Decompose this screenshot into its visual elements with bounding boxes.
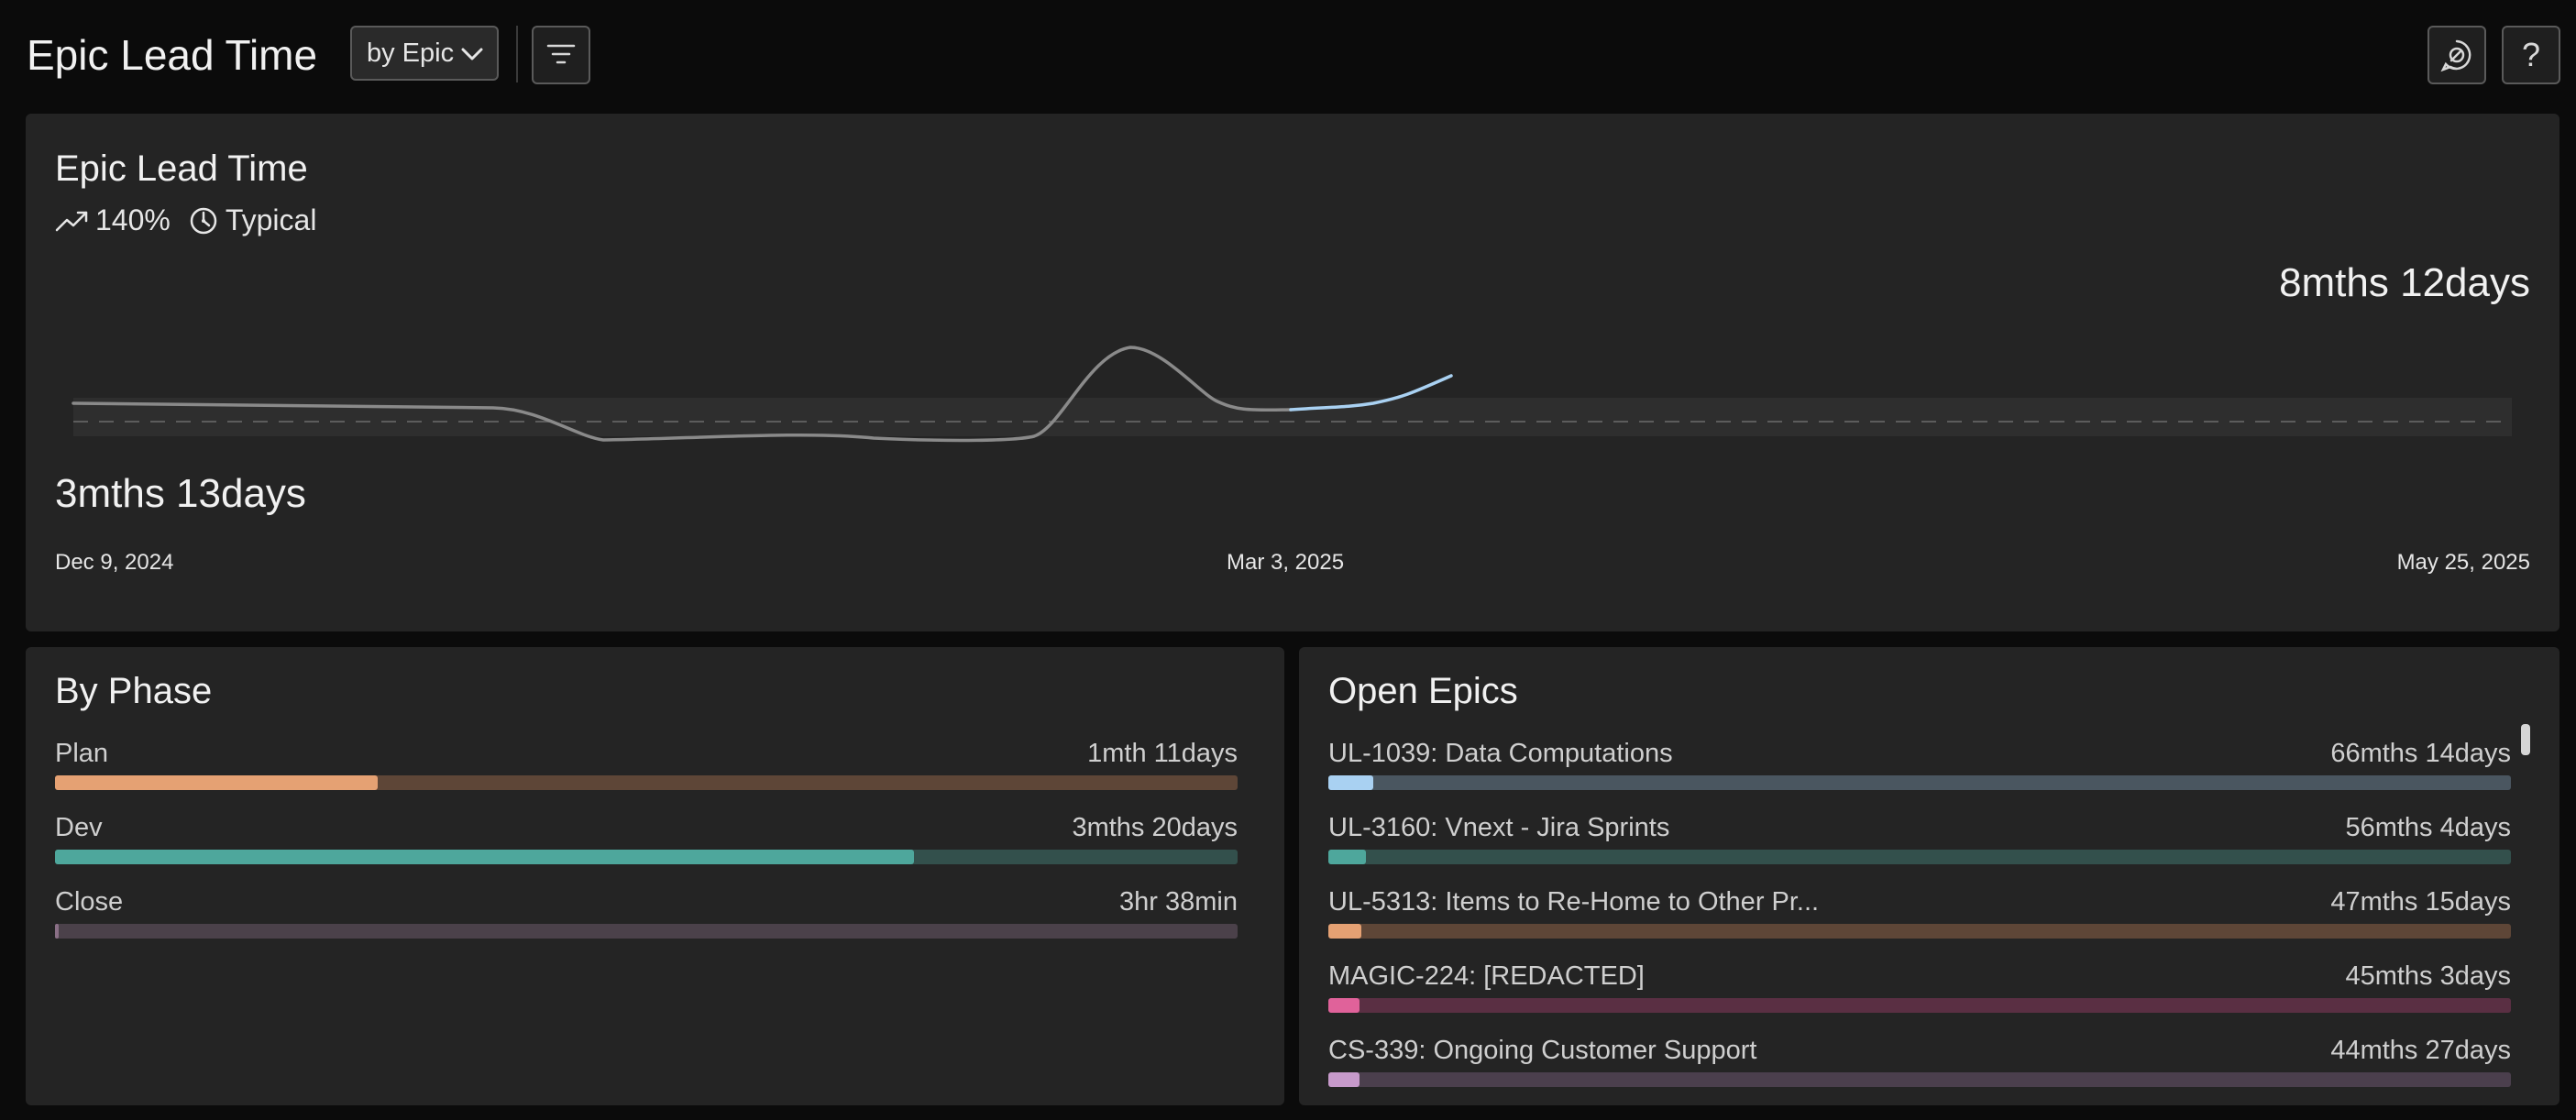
chevron-down-icon	[461, 48, 483, 60]
help-icon: ?	[2521, 36, 2541, 73]
top-bar: Epic Lead Time by Epic ?	[0, 0, 2576, 110]
date-start-label: Dec 9, 2024	[55, 550, 174, 575]
epic-row-bar-track	[1328, 850, 2511, 864]
phase-row-value: 3hr 38min	[1119, 887, 1238, 917]
lead-time-trend-chart	[72, 346, 2512, 443]
max-lead-time-label: 8mths 12days	[2279, 260, 2530, 305]
epic-row-value: 47mths 15days	[2330, 887, 2511, 917]
epic-row-bar-fill	[1328, 998, 1360, 1013]
view-select-dropdown[interactable]: by Epic	[350, 26, 499, 81]
epic-row[interactable]: CS-339: Ongoing Customer Support 44mths 2…	[1328, 1036, 2511, 1091]
phase-row: Close 3hr 38min	[55, 887, 1238, 942]
feedback-icon	[2440, 39, 2471, 72]
phase-row-bar-fill	[55, 924, 59, 939]
phase-row: Plan 1mth 11days	[55, 739, 1238, 794]
phase-row-label: Close	[55, 887, 124, 917]
lead-time-card: Epic Lead Time 140% Typical 8mths 12days…	[26, 114, 2559, 631]
date-mid-label: Mar 3, 2025	[1227, 550, 1345, 575]
phase-row-value: 3mths 20days	[1072, 813, 1238, 842]
typical-range-band	[73, 398, 2512, 436]
epic-row[interactable]: UL-1039: Data Computations 66mths 14days	[1328, 739, 2511, 794]
help-button[interactable]: ?	[2502, 26, 2560, 84]
min-lead-time-label: 3mths 13days	[55, 471, 306, 516]
filter-button[interactable]	[532, 26, 590, 84]
epic-row-bar-track	[1328, 998, 2511, 1013]
phase-row-value: 1mth 11days	[1087, 739, 1238, 768]
epic-row-label: UL-1039: Data Computations	[1328, 739, 1673, 768]
by-phase-card: By Phase Plan 1mth 11days Dev 3mths 20days C…	[26, 647, 1284, 1105]
epic-row[interactable]: MAGIC-224: [REDACTED] 45mths 3days	[1328, 961, 2511, 1016]
open-epics-title: Open Epics	[1328, 671, 1518, 711]
epic-row-value: 45mths 3days	[2345, 961, 2511, 991]
phase-row-bar-fill	[55, 775, 379, 790]
open-epics-card: Open Epics UL-1039: Data Computations 66m…	[1299, 647, 2559, 1105]
epic-row-value: 44mths 27days	[2330, 1036, 2511, 1065]
epic-row-bar-fill	[1328, 1072, 1360, 1087]
epic-row[interactable]: UL-3160: Vnext - Jira Sprints 56mths 4day…	[1328, 813, 2511, 868]
epic-row-value: 66mths 14days	[2330, 739, 2511, 768]
phase-row-bar-track	[55, 775, 1238, 790]
epic-row-bar-track	[1328, 1072, 2511, 1087]
epic-row-bar-fill	[1328, 775, 1374, 790]
epic-row-bar-fill	[1328, 924, 1362, 939]
epic-row-label: UL-3160: Vnext - Jira Sprints	[1328, 813, 1670, 842]
phase-row-bar-track	[55, 850, 1238, 864]
epics-scrollbar[interactable]	[2521, 724, 2530, 755]
phase-row-label: Dev	[55, 813, 103, 842]
view-select-value: by Epic	[367, 38, 455, 68]
date-end-label: May 25, 2025	[2396, 550, 2530, 575]
epic-row-value: 56mths 4days	[2345, 813, 2511, 842]
epic-row-bar-fill	[1328, 850, 1367, 864]
phase-row-label: Plan	[55, 739, 109, 768]
filter-icon	[546, 44, 576, 64]
epic-row[interactable]: UL-5313: Items to Re-Home to Other Pr...…	[1328, 887, 2511, 942]
phase-row-bar-fill	[55, 850, 914, 864]
epic-row-bar-track	[1328, 924, 2511, 939]
by-phase-title: By Phase	[55, 671, 213, 711]
epic-row-label: MAGIC-224: [REDACTED]	[1328, 961, 1645, 991]
phase-row-bar-track	[55, 924, 1238, 939]
feedback-button[interactable]	[2427, 26, 2486, 84]
phase-row: Dev 3mths 20days	[55, 813, 1238, 868]
epic-row-label: CS-339: Ongoing Customer Support	[1328, 1036, 1757, 1065]
epic-row-bar-track	[1328, 775, 2511, 790]
toolbar-divider	[516, 26, 518, 82]
page-title: Epic Lead Time	[27, 31, 318, 79]
epic-row-label: UL-5313: Items to Re-Home to Other Pr...	[1328, 887, 1820, 917]
